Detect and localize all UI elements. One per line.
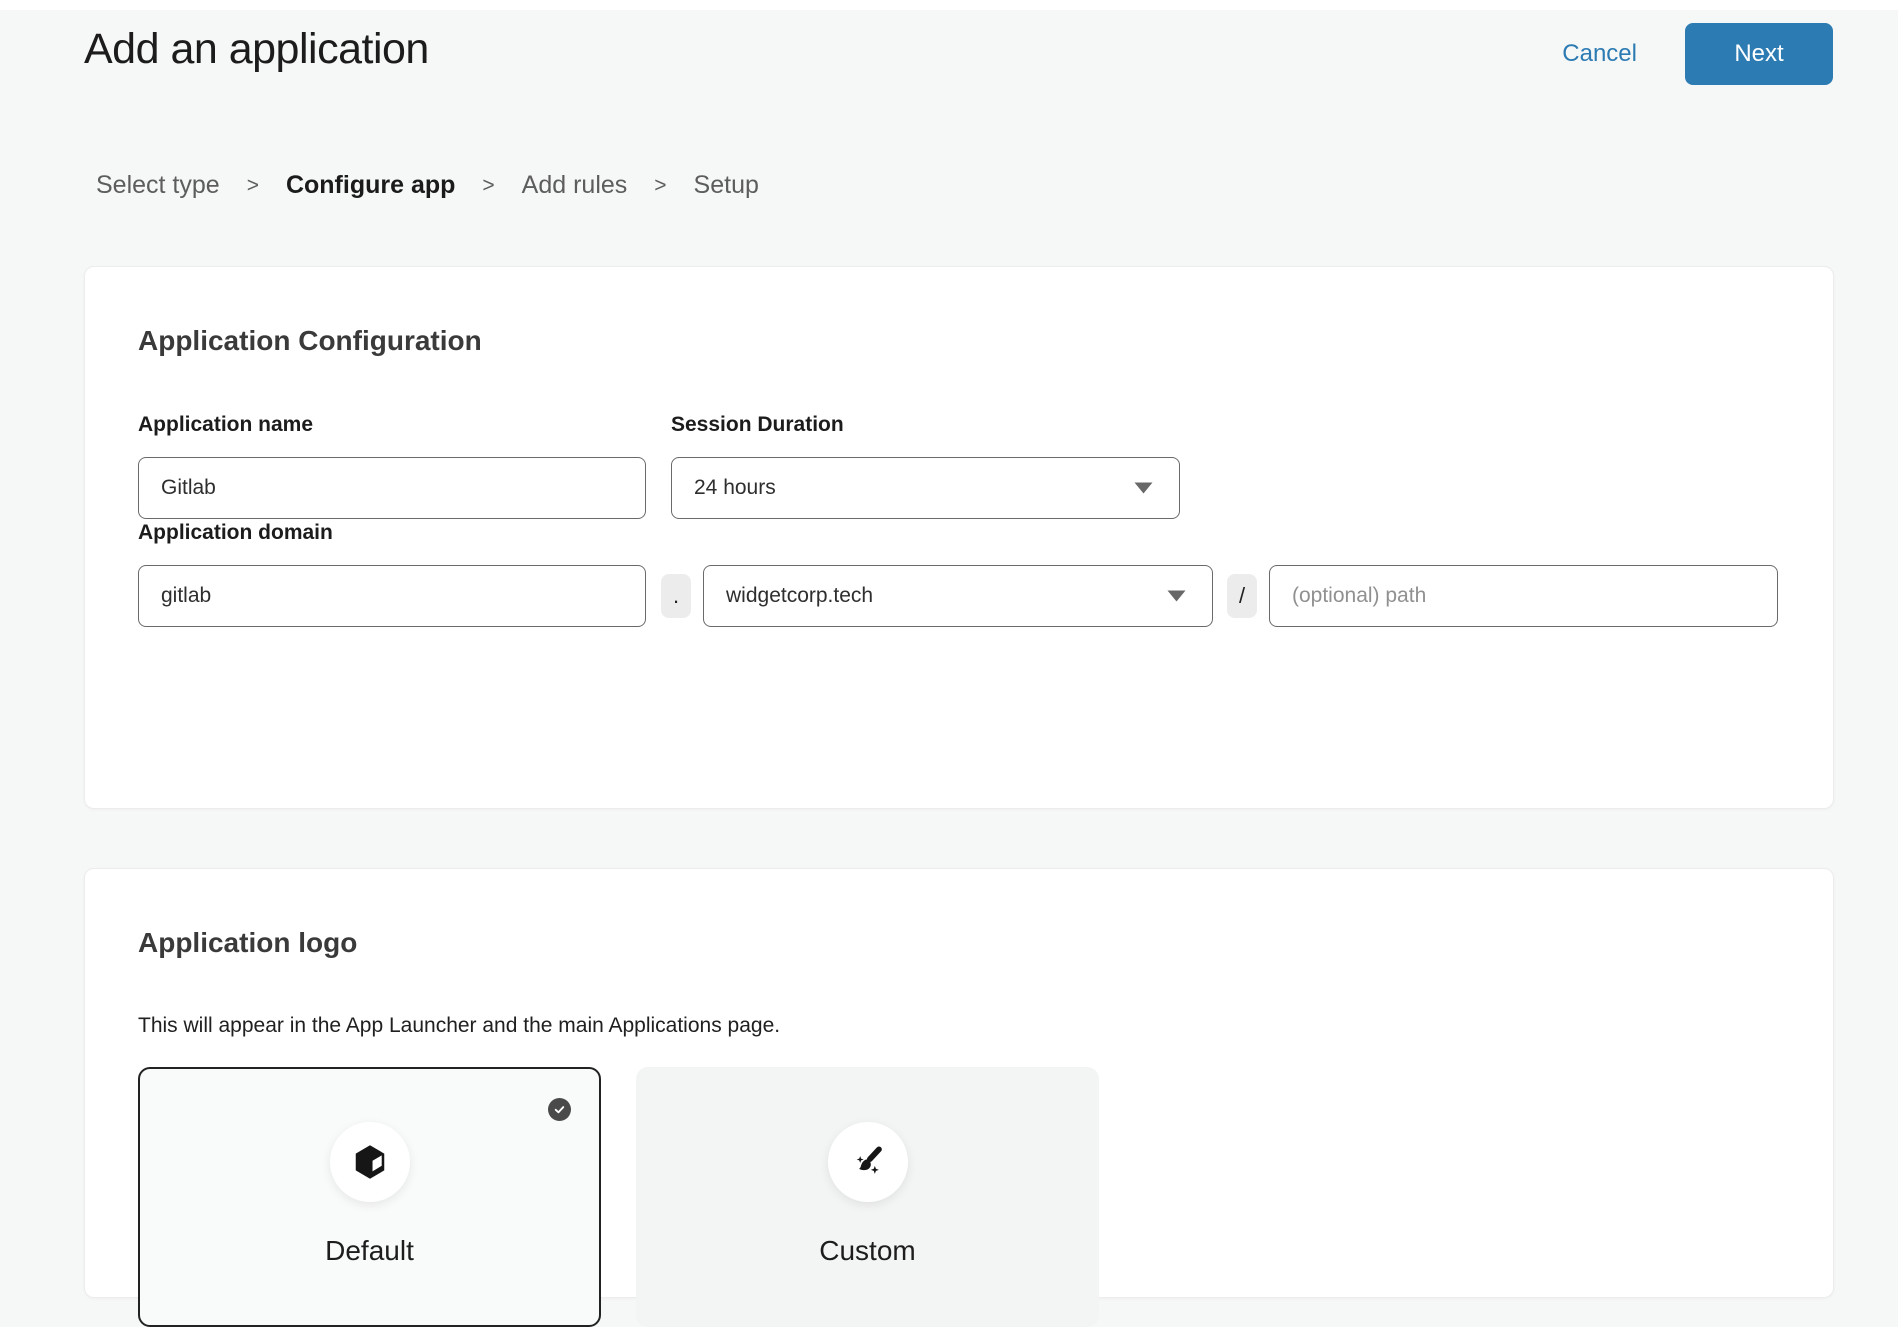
domain-dot-separator: . <box>661 574 691 618</box>
logo-option-default[interactable]: Default <box>138 1067 601 1327</box>
default-logo-circle <box>330 1122 410 1202</box>
breadcrumb-separator: > <box>247 169 259 202</box>
check-icon <box>553 1103 566 1116</box>
domain-slash-separator: / <box>1227 574 1257 618</box>
next-button[interactable]: Next <box>1685 23 1833 85</box>
domain-select-value: widgetcorp.tech <box>726 584 873 608</box>
application-configuration-card: Application Configuration Application na… <box>84 266 1834 809</box>
chevron-down-icon <box>1167 590 1186 602</box>
session-duration-select[interactable]: 24 hours <box>671 457 1180 519</box>
application-domain-row: . widgetcorp.tech / <box>138 565 1780 627</box>
logo-option-custom[interactable]: Custom <box>636 1067 1099 1327</box>
application-name-input[interactable] <box>138 457 646 519</box>
breadcrumb-separator: > <box>482 169 494 202</box>
breadcrumb-separator: > <box>654 169 666 202</box>
paintbrush-icon <box>848 1142 888 1182</box>
logo-option-label: Custom <box>819 1234 915 1268</box>
application-configuration-heading: Application Configuration <box>138 323 1780 359</box>
top-strip <box>0 0 1898 10</box>
logo-option-tiles: Default Custom <box>138 1067 1780 1327</box>
name-session-row: Application name Session Duration 24 hou… <box>138 411 1780 519</box>
logo-option-label: Default <box>325 1234 414 1268</box>
chevron-down-icon <box>1134 482 1153 494</box>
session-duration-label: Session Duration <box>671 411 1180 438</box>
breadcrumb-step-setup[interactable]: Setup <box>694 169 759 202</box>
session-duration-value: 24 hours <box>694 476 776 500</box>
path-input[interactable] <box>1269 565 1778 627</box>
subdomain-input[interactable] <box>138 565 646 627</box>
breadcrumb-step-configure-app[interactable]: Configure app <box>286 169 455 202</box>
domain-select[interactable]: widgetcorp.tech <box>703 565 1213 627</box>
application-name-label: Application name <box>138 411 646 438</box>
cancel-button[interactable]: Cancel <box>1562 40 1637 68</box>
custom-logo-circle <box>828 1122 908 1202</box>
page-header: Add an application Cancel Next <box>0 10 1898 85</box>
breadcrumb-step-add-rules[interactable]: Add rules <box>522 169 628 202</box>
application-logo-description: This will appear in the App Launcher and… <box>138 1012 1780 1039</box>
session-duration-field: Session Duration 24 hours <box>671 411 1180 519</box>
application-logo-card: Application logo This will appear in the… <box>84 868 1834 1298</box>
page-title: Add an application <box>84 23 429 75</box>
application-logo-heading: Application logo <box>138 925 1780 961</box>
header-actions: Cancel Next <box>1562 23 1833 85</box>
breadcrumb: Select type > Configure app > Add rules … <box>96 169 1898 202</box>
application-domain-label: Application domain <box>138 521 333 544</box>
selected-check-badge <box>548 1098 571 1121</box>
breadcrumb-step-select-type[interactable]: Select type <box>96 169 220 202</box>
application-name-field: Application name <box>138 411 646 519</box>
cube-icon <box>351 1143 389 1181</box>
